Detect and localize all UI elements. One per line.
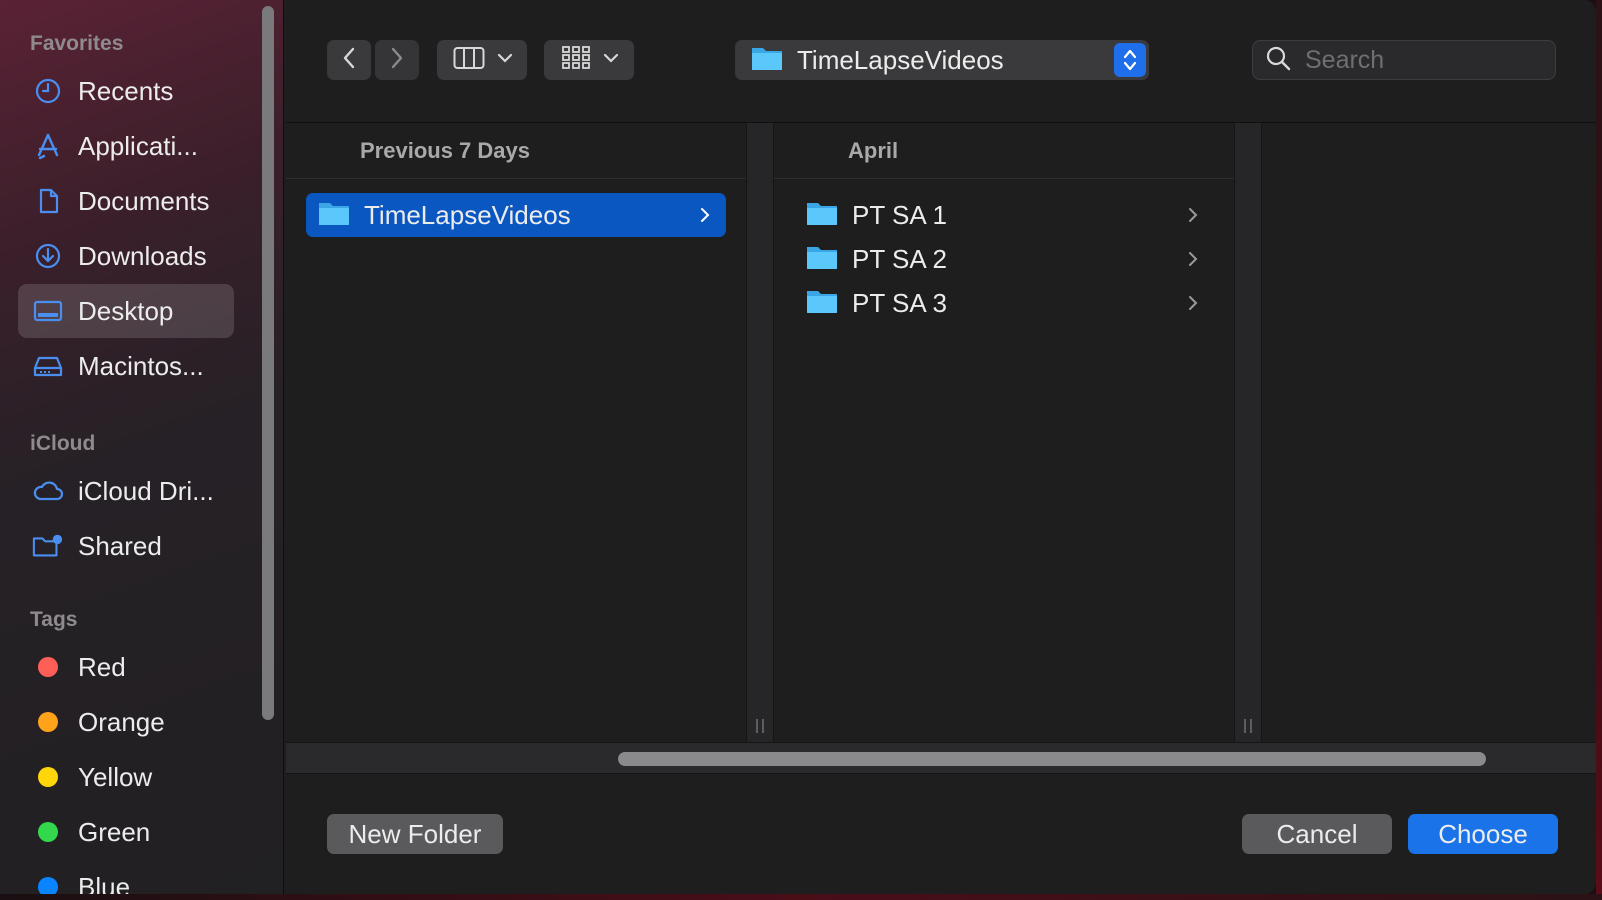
favorites-header: Favorites [30, 32, 124, 55]
sidebar-item-label: Shared [78, 530, 162, 561]
column-header-recent: Previous 7 Days [286, 123, 746, 179]
list-item-label: PT SA 1 [852, 199, 947, 230]
sidebar-tag-green[interactable]: Green [18, 805, 234, 859]
chevron-right-icon [1188, 251, 1198, 267]
sidebar-item-label: Desktop [78, 295, 174, 326]
applications-icon [32, 130, 64, 162]
folder-icon [806, 287, 838, 320]
sidebar-item-label: iCloud Dri... [78, 475, 214, 506]
sidebar-item-label: Downloads [78, 240, 207, 271]
chevron-right-icon [389, 46, 405, 75]
back-button[interactable] [327, 40, 371, 80]
folder-icon [751, 44, 783, 77]
sidebar-item-label: Macintos... [78, 350, 204, 381]
sidebar-item-label: Recents [78, 75, 174, 106]
sidebar-item-shared[interactable]: Shared [18, 519, 234, 573]
chevron-left-icon [341, 46, 357, 75]
sidebar-scrollbar[interactable] [262, 6, 274, 720]
tag-dot-icon [32, 706, 64, 738]
sidebar-item-downloads[interactable]: Downloads [18, 229, 234, 283]
sidebar-item-documents[interactable]: Documents [18, 174, 234, 228]
list-item-pt-sa-3[interactable]: PT SA 3 [794, 281, 1214, 325]
list-item-label: TimeLapseVideos [364, 199, 571, 230]
search-icon [1265, 45, 1291, 76]
grip-icon [756, 719, 764, 733]
tag-dot-icon [32, 816, 64, 848]
tags-header: Tags [30, 608, 78, 631]
list-item-pt-sa-2[interactable]: PT SA 2 [794, 237, 1214, 281]
sidebar-item-applications[interactable]: Applicati... [18, 119, 234, 173]
list-item-pt-sa-1[interactable]: PT SA 1 [794, 193, 1214, 237]
sidebar-item-label: Orange [78, 706, 165, 737]
harddrive-icon [32, 350, 64, 382]
group-by-button[interactable] [544, 40, 634, 80]
sidebar-item-label: Green [78, 816, 151, 847]
document-icon [32, 185, 64, 217]
folder-icon [318, 199, 350, 232]
list-item-timelapsevideos[interactable]: TimeLapseVideos [306, 193, 726, 237]
column-resize-handle[interactable] [746, 123, 774, 743]
search-input[interactable] [1303, 44, 1537, 76]
sidebar-item-label: Applicati... [78, 130, 198, 161]
sidebar-item-label: Red [78, 651, 126, 682]
desktop-backdrop [1596, 0, 1602, 900]
scrollbar-thumb[interactable] [618, 752, 1486, 766]
chevron-right-icon [1188, 207, 1198, 223]
cancel-button[interactable]: Cancel [1242, 814, 1392, 854]
list-item-label: PT SA 3 [852, 287, 947, 318]
shared-folder-icon [32, 530, 64, 562]
sidebar-tag-blue[interactable]: Blue [18, 860, 234, 894]
sidebar-item-macintosh-hd[interactable]: Macintos... [18, 339, 234, 393]
sidebar-item-icloud-drive[interactable]: iCloud Dri... [18, 464, 234, 518]
columns-view-icon [453, 46, 485, 75]
chevron-down-icon [603, 51, 619, 69]
cloud-icon [32, 475, 64, 507]
chevron-right-icon [700, 207, 710, 223]
column-resize-handle[interactable] [1234, 123, 1262, 743]
chevron-right-icon [1188, 295, 1198, 311]
column-header-april: April [774, 123, 1234, 179]
sidebar-item-desktop[interactable]: Desktop [18, 284, 234, 338]
sidebar-tag-orange[interactable]: Orange [18, 695, 234, 749]
icloud-header: iCloud [30, 432, 96, 455]
view-mode-button[interactable] [437, 40, 527, 80]
horizontal-scrollbar[interactable] [286, 742, 1596, 774]
location-popup[interactable]: TimeLapseVideos [735, 40, 1149, 80]
sidebar-item-label: Yellow [78, 761, 153, 792]
forward-button[interactable] [375, 40, 419, 80]
column-browser: Previous 7 Days TimeLapseVideos April PT… [286, 122, 1596, 743]
list-item-label: PT SA 2 [852, 243, 947, 274]
folder-icon [806, 243, 838, 276]
sidebar: Favorites Recents Applicati... Documents… [0, 0, 284, 894]
grid-icon [561, 45, 591, 76]
location-label: TimeLapseVideos [797, 44, 1004, 75]
clock-icon [32, 75, 64, 107]
download-icon [32, 240, 64, 272]
updown-stepper-icon [1114, 43, 1146, 77]
file-chooser-dialog: Favorites Recents Applicati... Documents… [0, 0, 1596, 894]
sidebar-tag-red[interactable]: Red [18, 640, 234, 694]
tag-dot-icon [32, 871, 64, 894]
sidebar-item-label: Blue [78, 871, 131, 895]
desktop-backdrop [0, 894, 1602, 900]
folder-icon [806, 199, 838, 232]
sidebar-item-label: Documents [78, 185, 210, 216]
sidebar-item-recents[interactable]: Recents [18, 64, 234, 118]
tag-dot-icon [32, 651, 64, 683]
sidebar-tag-yellow[interactable]: Yellow [18, 750, 234, 804]
choose-button[interactable]: Choose [1408, 814, 1558, 854]
grip-icon [1244, 719, 1252, 733]
search-field[interactable] [1252, 40, 1556, 80]
tag-dot-icon [32, 761, 64, 793]
new-folder-button[interactable]: New Folder [327, 814, 503, 854]
desktop-icon [32, 295, 64, 327]
chevron-down-icon [497, 51, 513, 69]
